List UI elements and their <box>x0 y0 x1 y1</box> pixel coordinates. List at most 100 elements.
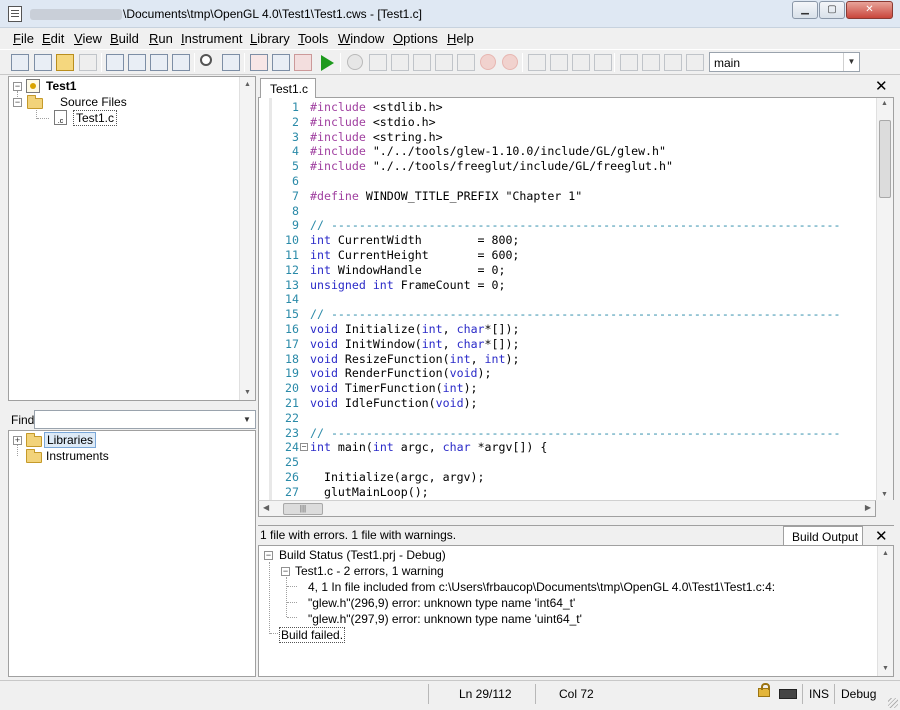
menu-run[interactable]: Run <box>149 31 173 46</box>
close-window-button[interactable]: ✕ <box>846 1 893 19</box>
code-line[interactable]: 17 void InitWindow(int, char*[]); <box>259 337 877 352</box>
build-icon[interactable] <box>128 54 146 71</box>
code-line[interactable]: 26 Initialize(argc, argv); <box>259 470 877 485</box>
code-line[interactable]: 22 <box>259 411 877 426</box>
prev-bookmark-icon[interactable] <box>642 54 660 71</box>
compile-file-icon[interactable] <box>106 54 124 71</box>
new-file-icon[interactable] <box>34 54 52 71</box>
project-options-icon[interactable] <box>172 54 190 71</box>
collapse-icon[interactable]: − <box>13 82 22 91</box>
find-in-files-icon[interactable] <box>222 54 240 71</box>
code-line[interactable]: 27 glutMainLoop(); <box>259 485 877 500</box>
code-line[interactable]: 18 void ResizeFunction(int, int); <box>259 352 877 367</box>
go-icon[interactable] <box>347 54 363 70</box>
scroll-up-icon[interactable]: ▲ <box>240 77 255 92</box>
error-row[interactable]: "glew.h"(296,9) error: unknown type name… <box>308 596 575 610</box>
variables-icon[interactable] <box>594 54 612 71</box>
minimize-button[interactable]: ▁ <box>792 1 818 19</box>
breakpoint-icon[interactable] <box>528 54 546 71</box>
code-line[interactable]: 6 <box>259 174 877 189</box>
collapse-icon[interactable]: − <box>13 98 22 107</box>
menu-file[interactable]: File <box>13 31 34 46</box>
code-line[interactable]: 2 #include <stdio.h> <box>259 115 877 130</box>
run-icon[interactable] <box>321 55 334 71</box>
menu-edit[interactable]: Edit <box>42 31 64 46</box>
code-line[interactable]: 5 #include "./../tools/freeglut/include/G… <box>259 159 877 174</box>
next-bookmark-icon[interactable] <box>664 54 682 71</box>
app-icon[interactable] <box>8 6 22 22</box>
stop-debug-icon[interactable] <box>294 54 312 71</box>
new-project-icon[interactable] <box>11 54 29 71</box>
editor-horizontal-scrollbar[interactable]: ◀ ||| ▶ <box>258 500 876 517</box>
scroll-up-icon[interactable]: ▲ <box>878 546 893 561</box>
code-line[interactable]: 10 int CurrentWidth = 800; <box>259 233 877 248</box>
run-to-cursor-icon[interactable] <box>435 54 453 71</box>
resize-grip-icon[interactable] <box>888 698 898 708</box>
code-line[interactable]: 13 unsigned int FrameCount = 0; <box>259 278 877 293</box>
watch-icon[interactable] <box>572 54 590 71</box>
tab-build-output[interactable]: Build Output <box>783 526 863 547</box>
code-editor[interactable]: 1 #include <stdlib.h> 2 #include <stdio.h> 3… <box>258 98 894 500</box>
code-line[interactable]: 7 #define WINDOW_TITLE_PREFIX "Chapter 1" <box>259 189 877 204</box>
code-line[interactable]: 9 // ------------------------------------… <box>259 218 877 233</box>
tree-item-project[interactable]: − Test1 <box>9 78 239 94</box>
menu-tools[interactable]: Tools <box>298 31 328 46</box>
collapse-icon[interactable]: − <box>281 567 290 576</box>
collapse-icon[interactable]: − <box>264 551 273 560</box>
close-editor-icon[interactable]: ✕ <box>875 77 888 95</box>
message-row[interactable]: 4, 1 In file included from c:\Users\frba… <box>308 580 775 594</box>
breakpoint-list-icon[interactable] <box>550 54 568 71</box>
code-line[interactable]: 1 #include <stdlib.h> <box>259 100 877 115</box>
panel-splitter[interactable] <box>8 403 256 408</box>
scroll-down-icon[interactable]: ▼ <box>878 661 893 676</box>
bookmark-icon[interactable] <box>620 54 638 71</box>
code-line[interactable]: 3 #include <string.h> <box>259 130 877 145</box>
scroll-up-icon[interactable]: ▲ <box>881 100 888 107</box>
code-line[interactable]: 14 <box>259 292 877 307</box>
editor-vertical-scrollbar[interactable]: ▲ ▼ <box>876 98 893 500</box>
tree-item-libraries[interactable]: + Libraries <box>9 432 249 448</box>
fold-icon[interactable]: − <box>300 443 308 452</box>
step-into-icon[interactable] <box>369 54 387 71</box>
step-back-icon[interactable] <box>457 54 475 71</box>
code-line[interactable]: 19 void RenderFunction(void); <box>259 366 877 381</box>
tree-item-file[interactable]: .c Test1.c <box>9 110 239 126</box>
menu-library[interactable]: Library <box>250 31 290 46</box>
scroll-down-icon[interactable]: ▼ <box>881 491 888 498</box>
stop-icon[interactable] <box>480 54 496 70</box>
tab-test1-c[interactable]: Test1.c <box>260 78 316 99</box>
scroll-left-icon[interactable]: ◀ <box>263 503 269 512</box>
find-icon[interactable] <box>200 54 212 66</box>
code-line[interactable]: 21 void IdleFunction(void); <box>259 396 877 411</box>
menu-options[interactable]: Options <box>393 31 438 46</box>
scroll-thumb[interactable] <box>879 120 891 198</box>
code-line[interactable]: 24− int main(int argc, char *argv[]) { <box>259 440 877 455</box>
code-line[interactable]: 4 #include "./../tools/glew-1.10.0/includ… <box>259 144 877 159</box>
scroll-thumb[interactable]: ||| <box>283 503 323 515</box>
user-interface-icon[interactable] <box>250 54 268 71</box>
tree-scrollbar[interactable]: ▲ ▼ <box>239 77 255 400</box>
code-line[interactable]: 16 void Initialize(int, char*[]); <box>259 322 877 337</box>
menu-build[interactable]: Build <box>110 31 139 46</box>
open-folder-icon[interactable] <box>56 54 74 71</box>
close-output-icon[interactable]: ✕ <box>875 527 888 545</box>
tree-item-instruments[interactable]: Instruments <box>9 448 249 464</box>
menu-view[interactable]: View <box>74 31 102 46</box>
rebuild-icon[interactable] <box>150 54 168 71</box>
expand-icon[interactable]: + <box>13 436 22 445</box>
debug-config-icon[interactable] <box>272 54 290 71</box>
code-line[interactable]: 25 <box>259 455 877 470</box>
save-icon[interactable] <box>79 54 97 71</box>
code-line[interactable]: 23 // -----------------------------------… <box>259 426 877 441</box>
code-line[interactable]: 8 <box>259 204 877 219</box>
error-row[interactable]: "glew.h"(297,9) error: unknown type name… <box>308 612 582 626</box>
build-failed-row[interactable]: Build failed. <box>279 627 346 643</box>
function-combo[interactable]: main ▼ <box>709 52 860 72</box>
clear-bookmarks-icon[interactable] <box>686 54 704 71</box>
code-line[interactable]: 11 int CurrentHeight = 600; <box>259 248 877 263</box>
code-line[interactable]: 15 // -----------------------------------… <box>259 307 877 322</box>
menu-window[interactable]: Window <box>338 31 384 46</box>
chevron-down-icon[interactable]: ▼ <box>843 53 859 71</box>
step-out-icon[interactable] <box>413 54 431 71</box>
scroll-down-icon[interactable]: ▼ <box>240 385 255 400</box>
